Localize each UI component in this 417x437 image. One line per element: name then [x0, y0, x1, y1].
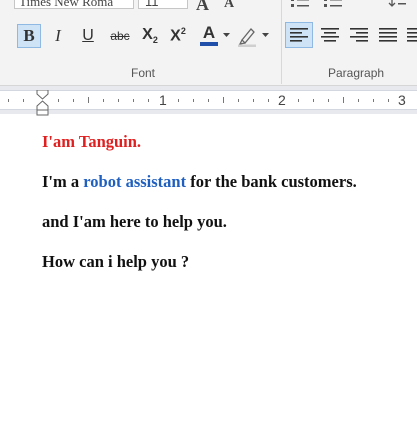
ruler-number: 2 — [278, 92, 286, 108]
ruler-tick — [58, 99, 59, 102]
horizontal-ruler[interactable]: 1 2 3 — [0, 90, 417, 110]
superscript-label: X2 — [170, 26, 186, 45]
justify-button[interactable] — [374, 22, 402, 48]
subscript-label: X2 — [142, 26, 158, 46]
ruler-tick — [298, 99, 299, 102]
ruler-tick — [208, 99, 209, 102]
align-center-icon — [321, 28, 339, 42]
underline-label: U — [82, 27, 94, 44]
subscript-button[interactable]: X2 — [138, 24, 162, 48]
document-line-1: I'am Tanguin. — [42, 132, 142, 151]
document-line-2: I'm a robot assistant for the bank custo… — [42, 172, 357, 192]
ruler-tick — [343, 97, 344, 103]
line-2-highlight: robot assistant — [83, 172, 187, 191]
bold-button[interactable]: B — [17, 24, 41, 48]
highlighter-icon[interactable] — [237, 25, 259, 47]
line-spacing-button[interactable] — [403, 22, 417, 48]
underline-button[interactable]: U — [76, 24, 100, 48]
sort-icon[interactable] — [388, 0, 412, 8]
ruler-tick — [328, 99, 329, 102]
strikethrough-label: abc — [110, 29, 130, 43]
ruler-tick — [88, 97, 89, 103]
font-name-input[interactable]: Times New Roma — [14, 0, 134, 9]
line-2-suffix: for the bank customers. — [186, 172, 357, 191]
grow-font-button[interactable]: A — [196, 0, 209, 15]
align-right-icon — [350, 28, 368, 42]
ruler-tick — [223, 97, 224, 103]
align-left-icon — [290, 28, 308, 42]
ruler-tick — [313, 99, 314, 102]
bold-label: B — [23, 26, 35, 45]
ruler-number: 1 — [159, 92, 167, 108]
align-center-button[interactable] — [316, 22, 344, 48]
ruler-tick — [23, 99, 24, 102]
numbering-list-icon[interactable] — [323, 0, 347, 8]
shrink-font-button[interactable]: A — [224, 0, 234, 12]
font-color-button[interactable]: A — [197, 23, 221, 47]
ruler-tick — [133, 99, 134, 102]
superscript-button[interactable]: X2 — [166, 24, 190, 48]
ruler-tick — [373, 99, 374, 102]
ruler-tick — [8, 99, 9, 102]
align-left-button[interactable] — [285, 22, 313, 48]
document-line-4: How can i help you ? — [42, 252, 190, 271]
ruler-number: 3 — [398, 92, 406, 108]
ruler-tick — [73, 99, 74, 102]
font-group-label: Font — [131, 66, 156, 80]
ruler-tick — [118, 99, 119, 102]
font-size-input[interactable]: 11 — [138, 0, 188, 9]
ruler-tick — [253, 99, 254, 102]
italic-button[interactable]: I — [46, 24, 70, 48]
chevron-down-icon[interactable] — [223, 33, 230, 38]
ribbon: Times New Roma 11 A A B I U abc X2 X2 A — [0, 0, 417, 86]
group-separator — [281, 0, 282, 84]
ruler-tick — [148, 99, 149, 102]
paragraph-group-label: Paragraph — [328, 66, 385, 80]
align-right-button[interactable] — [345, 22, 373, 48]
ruler-tick — [103, 99, 104, 102]
ruler-tick — [388, 99, 389, 102]
ruler-tick — [193, 99, 194, 102]
ruler-tick — [238, 99, 239, 102]
font-color-label: A — [202, 22, 216, 42]
italic-label: I — [55, 26, 61, 45]
chevron-down-icon[interactable] — [262, 33, 269, 38]
line-spacing-icon — [407, 28, 417, 42]
strikethrough-button[interactable]: abc — [105, 24, 135, 48]
justify-icon — [379, 28, 397, 42]
ruler-tick — [178, 99, 179, 102]
indent-marker-icon[interactable] — [36, 90, 49, 116]
line-2-prefix: I'm a — [42, 172, 84, 191]
bullets-list-icon[interactable] — [290, 0, 314, 8]
ruler-tick — [268, 99, 269, 102]
font-color-bar — [200, 41, 218, 46]
document-line-3: and I'am here to help you. — [42, 212, 227, 231]
ruler-tick — [358, 99, 359, 102]
